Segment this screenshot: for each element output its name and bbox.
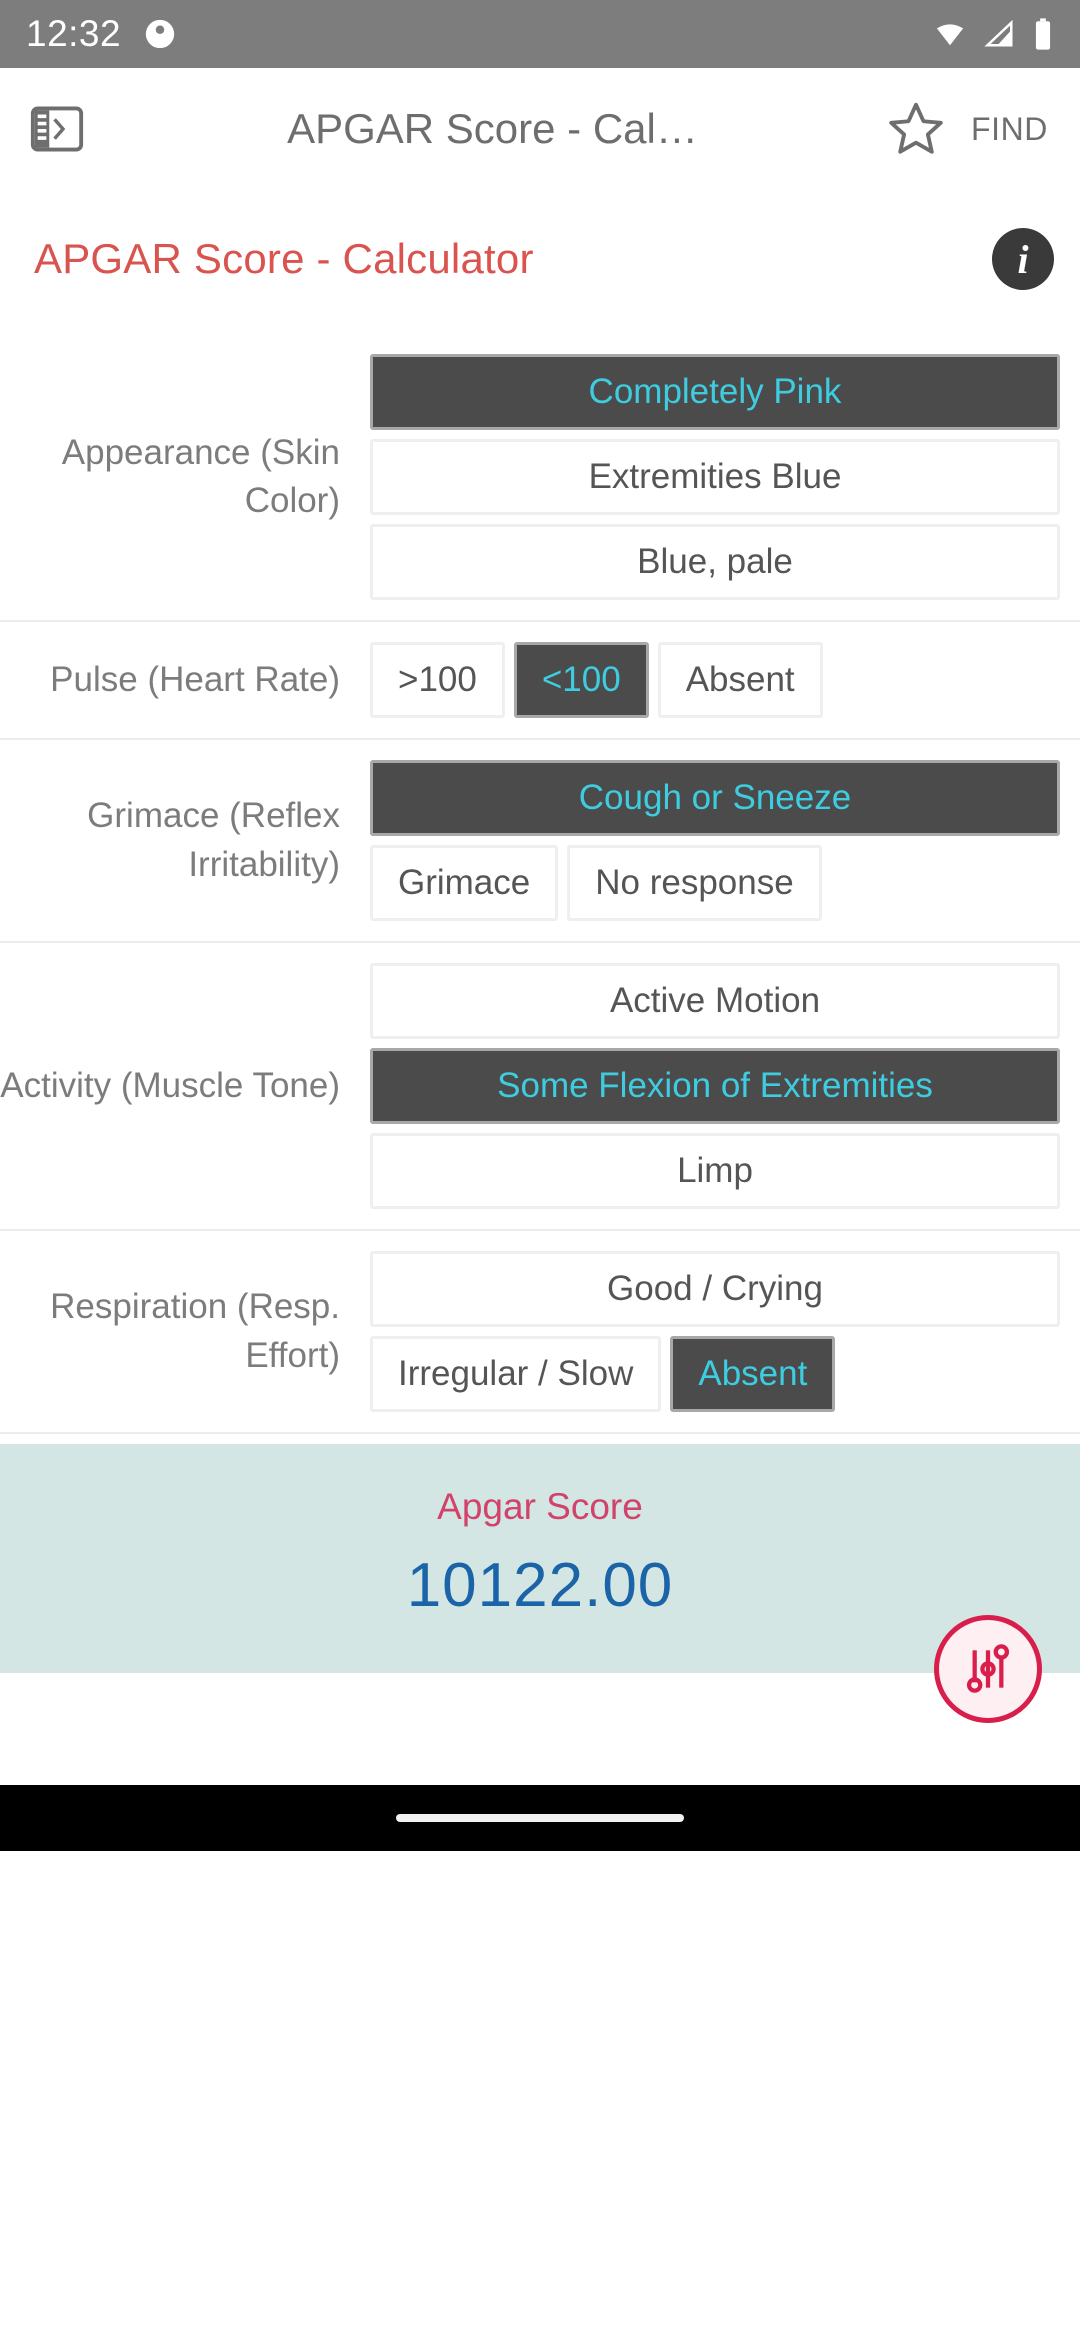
criteria-label: Pulse (Heart Rate) xyxy=(50,659,340,699)
option-group: Good / Crying Irregular / Slow Absent xyxy=(370,1251,1060,1412)
cellular-signal-icon xyxy=(984,19,1013,47)
criteria-row: Grimace (Reflex Irritability) Cough or Sn… xyxy=(0,740,1080,943)
option-group: >100 <100 Absent xyxy=(370,642,1060,718)
criteria-list: Appearance (Skin Color) Completely Pink Ex… xyxy=(0,334,1080,1434)
option-button[interactable]: <100 xyxy=(513,642,649,718)
option-button[interactable]: Extremities Blue xyxy=(370,439,1060,515)
criteria-label: Appearance (Skin Color) xyxy=(61,432,340,520)
criteria-label: Activity (Muscle Tone) xyxy=(0,1065,340,1105)
option-button[interactable]: Absent xyxy=(670,1336,836,1412)
home-indicator[interactable] xyxy=(396,1814,684,1822)
criteria-label: Respiration (Resp. Effort) xyxy=(50,1287,340,1375)
wifi-icon xyxy=(936,24,964,46)
status-bar: 12:32 xyxy=(0,0,1080,68)
criteria-row: Activity (Muscle Tone) Active Motion Some … xyxy=(0,943,1080,1231)
option-button[interactable]: Limp xyxy=(370,1133,1060,1209)
side-drawer-icon[interactable] xyxy=(26,98,88,160)
info-icon[interactable]: i xyxy=(992,228,1054,290)
result-label: Apgar Score xyxy=(437,1486,643,1527)
footer-bar xyxy=(0,1615,1080,1785)
option-group: Cough or Sneeze Grimace No response xyxy=(370,760,1060,921)
alarm-or-app-icon xyxy=(143,17,177,51)
result-panel: Apgar Score 10122.00 xyxy=(0,1444,1080,1673)
option-group: Completely Pink Extremities Blue Blue, pal… xyxy=(370,354,1060,600)
option-button[interactable]: Active Motion xyxy=(370,963,1060,1039)
sliders-settings-icon[interactable] xyxy=(934,1615,1042,1723)
star-outline-icon[interactable] xyxy=(879,92,953,166)
criteria-label: Grimace (Reflex Irritability) xyxy=(87,796,340,884)
app-bar: APGAR Score - Cal… FIND xyxy=(0,68,1080,190)
page-title-row: APGAR Score - Calculator i xyxy=(0,190,1080,290)
option-button[interactable]: >100 xyxy=(370,642,505,718)
option-button[interactable]: Absent xyxy=(657,642,823,718)
option-button[interactable]: Cough or Sneeze xyxy=(370,760,1060,836)
app-bar-title: APGAR Score - Cal… xyxy=(287,105,698,152)
option-button[interactable]: Grimace xyxy=(370,845,559,921)
option-group: Active Motion Some Flexion of Extremities… xyxy=(370,963,1060,1209)
status-bar-icons xyxy=(932,0,1054,68)
system-navigation-bar xyxy=(0,1785,1080,1851)
status-bar-clock: 12:32 xyxy=(26,13,122,54)
criteria-row: Respiration (Resp. Effort) Good / Crying I… xyxy=(0,1231,1080,1434)
option-button[interactable]: Completely Pink xyxy=(370,354,1060,430)
find-button[interactable]: FIND xyxy=(953,111,1054,148)
option-button[interactable]: No response xyxy=(567,845,822,921)
option-button[interactable]: Irregular / Slow xyxy=(370,1336,662,1412)
page-title: APGAR Score - Calculator xyxy=(34,235,534,282)
option-button[interactable]: Good / Crying xyxy=(370,1251,1060,1327)
criteria-row: Appearance (Skin Color) Completely Pink Ex… xyxy=(0,334,1080,622)
option-button[interactable]: Some Flexion of Extremities xyxy=(370,1048,1060,1124)
criteria-row: Pulse (Heart Rate) >100 <100 Absent xyxy=(0,622,1080,740)
battery-icon xyxy=(1035,18,1051,50)
option-button[interactable]: Blue, pale xyxy=(370,524,1060,600)
result-value: 10122.00 xyxy=(406,1551,674,1620)
